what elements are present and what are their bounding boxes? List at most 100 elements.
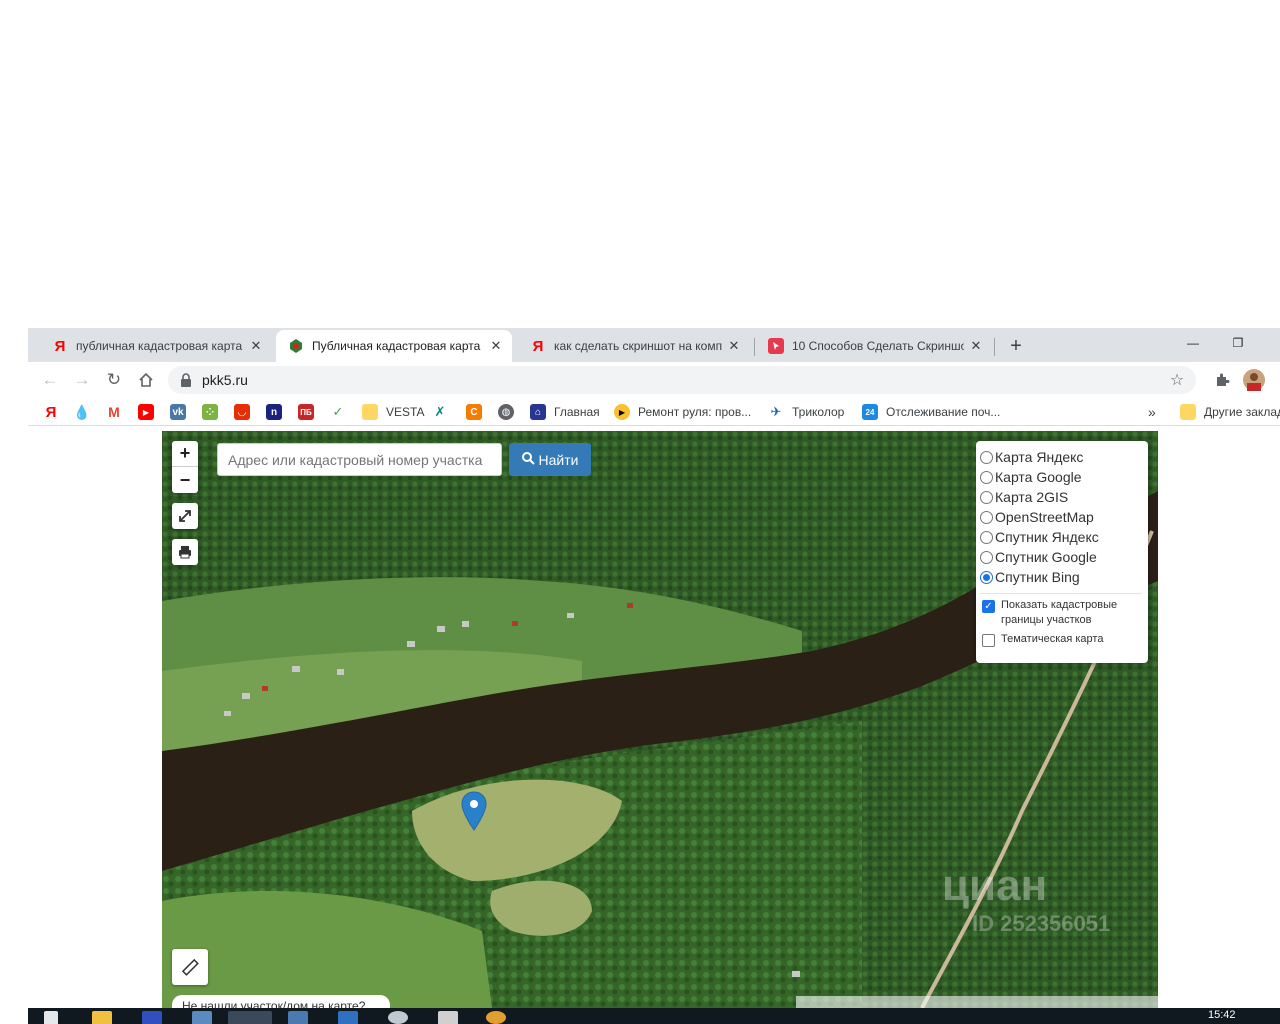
- tab-yandex-search[interactable]: Я публичная кадастровая карта — ✕: [40, 330, 272, 362]
- app-icon[interactable]: [438, 1011, 458, 1024]
- bookmark-aliexpress[interactable]: ◡: [234, 402, 250, 422]
- more-bookmarks-button[interactable]: »: [1148, 402, 1156, 422]
- layer-switcher: Карта Яндекс Карта Google Карта 2GIS Ope…: [976, 441, 1148, 663]
- tab-separator: [994, 338, 995, 356]
- home-icon[interactable]: [134, 368, 158, 392]
- minimize-button[interactable]: —: [1171, 332, 1215, 354]
- close-icon[interactable]: ✕: [248, 338, 264, 354]
- bookmark-apps[interactable]: ⁘: [202, 402, 218, 422]
- bookmark-tracking[interactable]: 24 Отслеживание поч...: [862, 402, 1000, 422]
- restore-button[interactable]: ❐: [1216, 332, 1260, 354]
- bookmark-folder-vesta[interactable]: VESTA: [362, 402, 424, 422]
- layer-google-map[interactable]: Карта Google: [980, 467, 1142, 487]
- bookmark-globe[interactable]: ◍: [498, 402, 514, 422]
- forward-icon[interactable]: →: [70, 368, 94, 392]
- app-icon[interactable]: [192, 1011, 212, 1024]
- other-bookmarks[interactable]: Другие заклад: [1180, 402, 1280, 422]
- layer-bing-satellite[interactable]: Спутник Bing: [980, 567, 1142, 587]
- layer-osm[interactable]: OpenStreetMap: [980, 507, 1142, 527]
- radio-icon[interactable]: [980, 490, 993, 504]
- layer-2gis-map[interactable]: Карта 2GIS: [980, 487, 1142, 507]
- find-label: Найти: [538, 451, 579, 468]
- map-marker-icon[interactable]: [461, 791, 487, 831]
- close-icon[interactable]: ✕: [968, 338, 984, 354]
- new-tab-button[interactable]: +: [1005, 335, 1027, 357]
- address-bar[interactable]: pkk5.ru ☆: [168, 366, 1196, 394]
- bookmark-label: Ремонт руля: пров...: [638, 405, 752, 419]
- tab-screenshot-ways[interactable]: 10 Способов Сделать Скриншо ✕: [756, 330, 992, 362]
- bookmark-drop[interactable]: 💧: [73, 402, 90, 422]
- apps-icon: ⁘: [202, 404, 218, 420]
- measure-button[interactable]: [172, 949, 208, 985]
- vk-icon: vk: [170, 404, 186, 420]
- dna-icon: ✗: [434, 404, 446, 419]
- search-input[interactable]: [217, 443, 502, 476]
- reload-icon[interactable]: ↻: [102, 368, 126, 392]
- folder-icon: [1180, 404, 1196, 420]
- layer-yandex-map[interactable]: Карта Яндекс: [980, 447, 1142, 467]
- screenshot-site-icon: [768, 338, 784, 354]
- bookmark-dna[interactable]: ✗: [432, 402, 448, 422]
- bookmark-vk[interactable]: vk: [170, 402, 186, 422]
- bookmark-label: Главная: [554, 405, 600, 419]
- layer-yandex-satellite[interactable]: Спутник Яндекс: [980, 527, 1142, 547]
- checkbox-checked-icon[interactable]: ✓: [982, 600, 995, 613]
- pkk-map-icon: [288, 338, 304, 354]
- layer-label: Спутник Google: [995, 549, 1097, 565]
- zoom-out-button[interactable]: −: [172, 467, 198, 493]
- chrome-taskbar-icon[interactable]: [228, 1011, 272, 1024]
- find-button[interactable]: Найти: [509, 443, 591, 476]
- layer-google-satellite[interactable]: Спутник Google: [980, 547, 1142, 567]
- explorer-icon[interactable]: [92, 1011, 112, 1024]
- option-thematic-map[interactable]: Тематическая карта: [980, 632, 1142, 647]
- app-icon[interactable]: [486, 1011, 506, 1024]
- radio-icon[interactable]: [980, 450, 993, 464]
- tab-yandex-screenshot[interactable]: Я как сделать скриншот на компь ✕: [518, 330, 750, 362]
- bookmark-check[interactable]: ✓: [330, 402, 346, 422]
- bookmark-tricolor[interactable]: ✈ Триколор: [768, 402, 845, 422]
- back-icon[interactable]: ←: [38, 368, 62, 392]
- radio-icon[interactable]: [980, 570, 993, 584]
- clock[interactable]: 15:42: [1208, 1009, 1236, 1021]
- radio-icon[interactable]: [980, 550, 993, 564]
- bookmark-remont[interactable]: ▶ Ремонт руля: пров...: [614, 402, 751, 422]
- tab-pkk[interactable]: Публичная кадастровая карта Р ✕: [276, 330, 512, 362]
- bookmark-c[interactable]: C: [466, 402, 482, 422]
- play-icon: ▶: [614, 404, 630, 420]
- bookmark-n[interactable]: n: [266, 402, 282, 422]
- app-icon[interactable]: [338, 1011, 358, 1024]
- map-attribution: [796, 996, 1158, 1008]
- start-icon[interactable]: [44, 1011, 58, 1024]
- close-icon[interactable]: ✕: [726, 338, 742, 354]
- save-app-icon[interactable]: [142, 1011, 162, 1024]
- close-icon[interactable]: ✕: [488, 338, 504, 354]
- bookmark-pb[interactable]: ПБ: [298, 402, 314, 422]
- bookmark-glavnaya[interactable]: ⌂ Главная: [530, 402, 600, 422]
- map-view[interactable]: + − Найти Карта Яндекс Карта Google Карт…: [162, 431, 1158, 1008]
- radio-icon[interactable]: [980, 470, 993, 484]
- app-icon[interactable]: [388, 1011, 408, 1024]
- bookmark-youtube[interactable]: ▶: [138, 402, 154, 422]
- bookmark-star-icon[interactable]: ☆: [1168, 371, 1186, 389]
- layer-label: Карта Google: [995, 469, 1082, 485]
- bookmark-yandex[interactable]: Я: [43, 402, 59, 422]
- expand-icon: [179, 510, 191, 522]
- watermark-id: ID 252356051: [972, 911, 1111, 936]
- tab-title: Публичная кадастровая карта Р: [312, 339, 484, 353]
- zoom-in-button[interactable]: +: [172, 441, 198, 467]
- home-site-icon: ⌂: [530, 404, 546, 420]
- aliexpress-icon: ◡: [234, 404, 250, 420]
- extensions-icon[interactable]: [1210, 368, 1234, 392]
- app-icon[interactable]: [288, 1011, 308, 1024]
- fullscreen-button[interactable]: [172, 503, 198, 529]
- bookmark-gmail[interactable]: M: [106, 402, 122, 422]
- option-cadastral-borders[interactable]: ✓ Показать кадастровые границы участков: [980, 598, 1142, 628]
- print-button[interactable]: [172, 539, 198, 565]
- profile-avatar[interactable]: [1242, 368, 1266, 392]
- yandex-icon: Я: [54, 337, 66, 355]
- not-found-link[interactable]: Не нашли участок/дом на карте?: [172, 995, 390, 1008]
- checkbox-icon[interactable]: [982, 634, 995, 647]
- radio-icon[interactable]: [980, 530, 993, 544]
- yandex-icon: Я: [45, 403, 57, 421]
- radio-icon[interactable]: [980, 510, 993, 524]
